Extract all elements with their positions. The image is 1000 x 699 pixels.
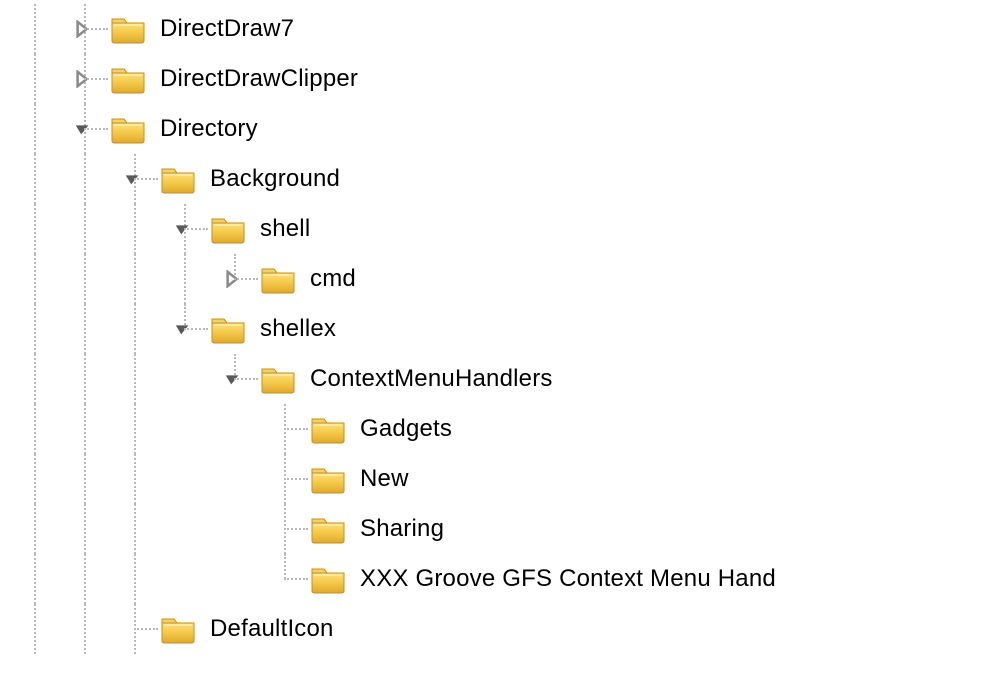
tree-item-label: Sharing (360, 504, 444, 554)
tree-item-label: cmd (310, 254, 356, 304)
tree-item-label: DirectDraw7 (160, 4, 294, 54)
registry-tree: DirectDraw7 DirectDrawClipper Directory (0, 0, 1000, 654)
tree-item-label: DirectDrawClipper (160, 54, 358, 104)
folder-icon (310, 463, 346, 495)
tree-row[interactable]: shell (10, 204, 1000, 254)
tree-item-label: ContextMenuHandlers (310, 354, 553, 404)
folder-icon (210, 213, 246, 245)
tree-row[interactable]: Gadgets (10, 404, 1000, 454)
folder-icon (260, 363, 296, 395)
tree-item-label: New (360, 454, 409, 504)
tree-row[interactable]: DefaultIcon (10, 604, 1000, 654)
expand-collapse-icon[interactable] (224, 370, 244, 390)
folder-icon (310, 563, 346, 595)
tree-item-label: Background (210, 154, 340, 204)
tree-row[interactable]: cmd (10, 254, 1000, 304)
tree-row[interactable]: shellex (10, 304, 1000, 354)
folder-icon (160, 163, 196, 195)
tree-row[interactable]: Directory (10, 104, 1000, 154)
expand-collapse-icon[interactable] (74, 20, 94, 40)
tree-item-label: shellex (260, 304, 336, 354)
expand-collapse-icon[interactable] (174, 220, 194, 240)
tree-row[interactable]: New (10, 454, 1000, 504)
tree-row[interactable]: Background (10, 154, 1000, 204)
tree-row[interactable]: DirectDraw7 (10, 4, 1000, 54)
expand-collapse-icon[interactable] (174, 320, 194, 340)
expand-collapse-icon[interactable] (224, 270, 244, 290)
tree-row[interactable]: XXX Groove GFS Context Menu Hand (10, 554, 1000, 604)
tree-item-label: Gadgets (360, 404, 452, 454)
folder-icon (160, 613, 196, 645)
folder-icon (110, 113, 146, 145)
tree-row[interactable]: DirectDrawClipper (10, 54, 1000, 104)
expand-collapse-icon[interactable] (74, 70, 94, 90)
tree-item-label: Directory (160, 104, 258, 154)
folder-icon (110, 63, 146, 95)
tree-row[interactable]: ContextMenuHandlers (10, 354, 1000, 404)
folder-icon (310, 413, 346, 445)
folder-icon (110, 13, 146, 45)
tree-item-label: DefaultIcon (210, 604, 334, 654)
expand-collapse-icon[interactable] (124, 170, 144, 190)
expand-collapse-icon[interactable] (74, 120, 94, 140)
tree-item-label: shell (260, 204, 310, 254)
tree-item-label: XXX Groove GFS Context Menu Hand (360, 554, 776, 604)
folder-icon (260, 263, 296, 295)
tree-row[interactable]: Sharing (10, 504, 1000, 554)
folder-icon (210, 313, 246, 345)
folder-icon (310, 513, 346, 545)
